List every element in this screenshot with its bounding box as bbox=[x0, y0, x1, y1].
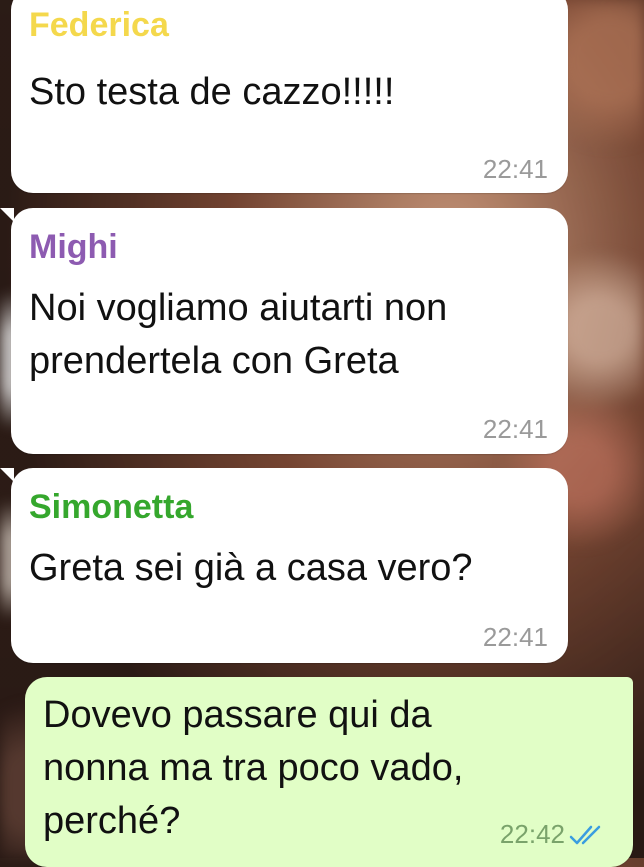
message-time: 22:41 bbox=[482, 154, 548, 184]
message-time: 22:42 bbox=[499, 819, 565, 849]
message-text: Dovevo passare qui da nonna ma tra poco … bbox=[43, 694, 464, 842]
message-text: Greta sei già a casa vero? bbox=[29, 547, 473, 589]
double-check-read-icon bbox=[569, 825, 601, 845]
sender-name[interactable]: Federica bbox=[29, 6, 169, 45]
message-time: 22:41 bbox=[482, 414, 548, 444]
message-time: 22:41 bbox=[482, 622, 548, 652]
sender-name[interactable]: Mighi bbox=[29, 228, 118, 267]
message-bubble-federica[interactable]: Federica Sto testa de cazzo!!!!! 22:41 bbox=[11, 0, 568, 193]
sender-name[interactable]: Simonetta bbox=[29, 488, 193, 527]
message-bubble-outgoing[interactable]: Dovevo passare qui da nonna ma tra poco … bbox=[25, 677, 633, 867]
message-bubble-simonetta[interactable]: Simonetta Greta sei già a casa vero? 22:… bbox=[0, 468, 568, 663]
message-bubble-mighi[interactable]: Mighi Noi vogliamo aiutarti non prendert… bbox=[0, 208, 568, 454]
message-text: Noi vogliamo aiutarti non prendertela co… bbox=[29, 287, 448, 382]
message-text: Sto testa de cazzo!!!!! bbox=[29, 71, 395, 113]
